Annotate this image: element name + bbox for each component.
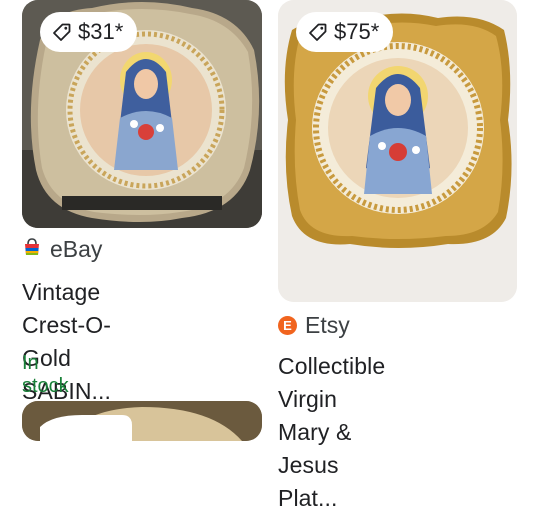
tag-icon bbox=[308, 22, 328, 42]
etsy-logo-icon: E bbox=[278, 316, 297, 335]
source-name: Etsy bbox=[305, 312, 350, 338]
product-image[interactable]: $75* bbox=[278, 0, 517, 302]
product-image[interactable]: $31* bbox=[22, 0, 262, 228]
price-badge: $31* bbox=[40, 12, 138, 52]
product-title[interactable]: Collectible Virgin Mary & Jesus Plat... bbox=[278, 350, 385, 515]
stock-status: In stock bbox=[22, 352, 69, 397]
price-badge: $75* bbox=[296, 12, 394, 52]
source-name: eBay bbox=[50, 236, 103, 262]
title-line: Mary & Jesus Plat... bbox=[278, 419, 352, 511]
source: E Etsy bbox=[278, 312, 350, 339]
ebay-bag-icon bbox=[22, 236, 42, 263]
title-line: Collectible Virgin bbox=[278, 353, 386, 412]
price-text: $31* bbox=[78, 19, 124, 44]
tag-icon bbox=[52, 22, 72, 42]
price-text: $75* bbox=[334, 19, 380, 44]
source: eBay bbox=[22, 236, 102, 263]
plate-image bbox=[22, 401, 262, 441]
title-line: Vintage Crest-O- bbox=[22, 279, 111, 338]
product-image[interactable] bbox=[22, 401, 262, 441]
